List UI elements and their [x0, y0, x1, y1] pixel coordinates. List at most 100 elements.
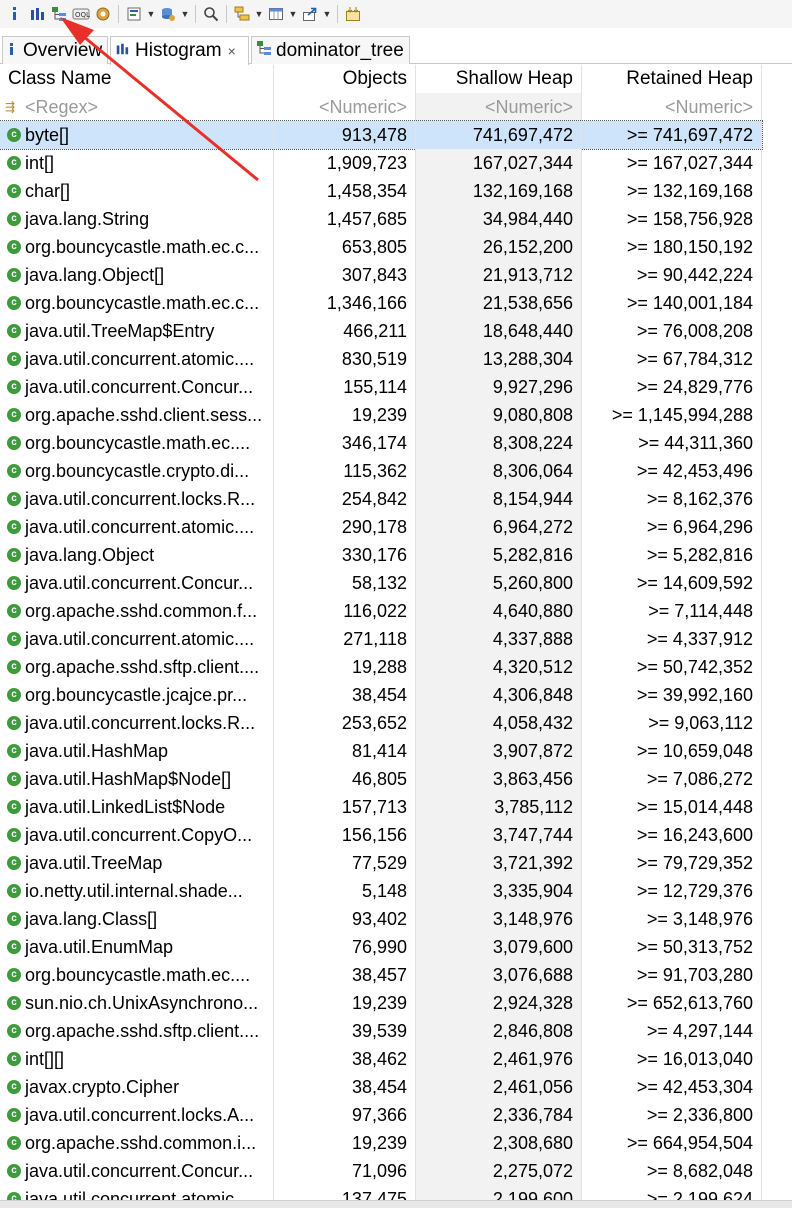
- column-header-shallow-heap[interactable]: Shallow Heap: [416, 65, 582, 93]
- retained-heap-cell: >= 2,336,800: [582, 1101, 762, 1129]
- histogram-icon[interactable]: [26, 3, 48, 25]
- search-icon[interactable]: [200, 3, 222, 25]
- class-icon: c: [7, 800, 21, 814]
- table-row[interactable]: c java.util.concurrent.Concur... 155,114 9,…: [0, 373, 762, 401]
- class-name-cell: c java.util.concurrent.atomic....: [0, 625, 274, 653]
- objects-cell: 830,519: [274, 345, 416, 373]
- class-name-filter[interactable]: ⇶ <Regex>: [0, 93, 274, 121]
- objects-cell: 155,114: [274, 373, 416, 401]
- close-icon[interactable]: ×: [228, 43, 236, 59]
- chevron-down-icon[interactable]: ▼: [145, 3, 157, 25]
- table-row[interactable]: c org.bouncycastle.math.ec.c... 1,346,166 2…: [0, 289, 762, 317]
- table-row[interactable]: c java.util.concurrent.atomic.... 271,118 4…: [0, 625, 762, 653]
- class-name-cell: c org.apache.sshd.common.i...: [0, 1129, 274, 1157]
- retained-heap-cell: >= 15,014,448: [582, 793, 762, 821]
- retained-heap-cell: >= 67,784,312: [582, 345, 762, 373]
- retained-heap-cell: >= 91,703,280: [582, 961, 762, 989]
- table-row[interactable]: c org.bouncycastle.math.ec.c... 653,805 26,…: [0, 233, 762, 261]
- class-icon: c: [7, 156, 21, 170]
- chevron-down-icon[interactable]: ▼: [321, 3, 333, 25]
- table-row[interactable]: c org.bouncycastle.jcajce.pr... 38,454 4,30…: [0, 681, 762, 709]
- table-row[interactable]: c java.util.TreeMap 77,529 3,721,392 >= 79,7…: [0, 849, 762, 877]
- objects-filter[interactable]: <Numeric>: [274, 93, 416, 121]
- retained-heap-cell: >= 39,992,160: [582, 681, 762, 709]
- table-row[interactable]: c java.util.concurrent.Concur... 71,096 2,2…: [0, 1157, 762, 1185]
- table-row[interactable]: c java.util.HashMap 81,414 3,907,872 >= 10,6…: [0, 737, 762, 765]
- horizontal-scrollbar[interactable]: [0, 1200, 792, 1208]
- retained-heap-cell: >= 50,742,352: [582, 653, 762, 681]
- column-header-objects[interactable]: Objects: [274, 65, 416, 93]
- filter-row: ⇶ <Regex> <Numeric> <Numeric> <Numeric>: [0, 93, 762, 121]
- calculate-retained-size-icon[interactable]: [157, 3, 179, 25]
- objects-cell: 76,990: [274, 933, 416, 961]
- class-icon: c: [7, 296, 21, 310]
- export-icon[interactable]: [299, 3, 321, 25]
- table-row[interactable]: c int[][] 38,462 2,461,976 >= 16,013,040: [0, 1045, 762, 1073]
- info-icon[interactable]: [4, 3, 26, 25]
- class-name-cell: c int[][]: [0, 1045, 274, 1073]
- shallow-heap-cell: 9,927,296: [416, 373, 582, 401]
- table-row[interactable]: c io.netty.util.internal.shade... 5,148 3,3…: [0, 877, 762, 905]
- table-row[interactable]: c java.lang.Class[] 93,402 3,148,976 >= 3,14…: [0, 905, 762, 933]
- table-row[interactable]: c java.util.concurrent.atomic.... 290,178 6…: [0, 513, 762, 541]
- table-row[interactable]: c org.apache.sshd.client.sess... 19,239 9,0…: [0, 401, 762, 429]
- table-row[interactable]: c java.util.TreeMap$Entry 466,211 18,648,44…: [0, 317, 762, 345]
- table-row[interactable]: c javax.crypto.Cipher 38,454 2,461,056 >= 42…: [0, 1073, 762, 1101]
- group-by-icon[interactable]: [231, 3, 253, 25]
- shallow-heap-cell: 132,169,168: [416, 177, 582, 205]
- table-row[interactable]: c java.util.concurrent.locks.R... 254,842 8…: [0, 485, 762, 513]
- query-browser-icon[interactable]: [123, 3, 145, 25]
- table-row[interactable]: c java.util.concurrent.atomic.... 830,519 1…: [0, 345, 762, 373]
- table-row[interactable]: c java.util.EnumMap 76,990 3,079,600 >= 50,3…: [0, 933, 762, 961]
- objects-cell: 116,022: [274, 597, 416, 625]
- table-row[interactable]: c java.util.concurrent.CopyO... 156,156 3,7…: [0, 821, 762, 849]
- table-row[interactable]: c java.lang.Object 330,176 5,282,816 >= 5,28…: [0, 541, 762, 569]
- table-row[interactable]: c org.apache.sshd.sftp.client.... 19,288 4,…: [0, 653, 762, 681]
- columns-icon[interactable]: [265, 3, 287, 25]
- table-row[interactable]: c java.lang.Object[] 307,843 21,913,712 >= 9…: [0, 261, 762, 289]
- objects-cell: 330,176: [274, 541, 416, 569]
- shallow-heap-filter[interactable]: <Numeric>: [416, 93, 582, 121]
- column-header-retained-heap[interactable]: Retained Heap: [582, 65, 762, 93]
- oql-icon[interactable]: OQL: [70, 3, 92, 25]
- table-row[interactable]: c sun.nio.ch.UnixAsynchrono... 19,239 2,924…: [0, 989, 762, 1017]
- tab-overview[interactable]: Overview: [2, 36, 108, 64]
- chevron-down-icon[interactable]: ▼: [287, 3, 299, 25]
- table-row[interactable]: c org.bouncycastle.math.ec.... 38,457 3,076…: [0, 961, 762, 989]
- table-row[interactable]: c java.util.concurrent.locks.R... 253,652 4…: [0, 709, 762, 737]
- table-row[interactable]: c org.bouncycastle.crypto.di... 115,362 8,3…: [0, 457, 762, 485]
- table-row[interactable]: c java.util.HashMap$Node[] 46,805 3,863,456…: [0, 765, 762, 793]
- chevron-down-icon[interactable]: ▼: [179, 3, 191, 25]
- objects-cell: 38,457: [274, 961, 416, 989]
- table-row[interactable]: c byte[] 913,478 741,697,472 >= 741,697,472: [0, 120, 763, 150]
- table-row[interactable]: c char[] 1,458,354 132,169,168 >= 132,169,16…: [0, 177, 762, 205]
- table-row[interactable]: c org.bouncycastle.math.ec.... 346,174 8,30…: [0, 429, 762, 457]
- table-row[interactable]: c int[] 1,909,723 167,027,344 >= 167,027,344: [0, 149, 762, 177]
- class-name-text: char[]: [25, 181, 71, 201]
- table-row[interactable]: c org.apache.sshd.common.f... 116,022 4,640…: [0, 597, 762, 625]
- table-row[interactable]: c java.util.concurrent.Concur... 58,132 5,2…: [0, 569, 762, 597]
- table-row[interactable]: c java.util.LinkedList$Node 157,713 3,785,1…: [0, 793, 762, 821]
- table-row[interactable]: c org.apache.sshd.sftp.client.... 39,539 2,…: [0, 1017, 762, 1045]
- table-row[interactable]: c java.util.concurrent.locks.A... 97,366 2,…: [0, 1101, 762, 1129]
- dominator-tree-icon[interactable]: [48, 3, 70, 25]
- class-name-text: java.util.concurrent.CopyO...: [25, 825, 253, 845]
- class-name-cell: c java.util.HashMap$Node[]: [0, 765, 274, 793]
- tab-dominator-tree[interactable]: dominator_tree: [251, 36, 410, 64]
- class-name-cell: c org.bouncycastle.crypto.di...: [0, 457, 274, 485]
- chevron-down-icon[interactable]: ▼: [253, 3, 265, 25]
- objects-cell: 254,842: [274, 485, 416, 513]
- shallow-heap-cell: 34,984,440: [416, 205, 582, 233]
- tab-label: Histogram: [135, 40, 222, 61]
- column-header-class-name[interactable]: Class Name: [0, 65, 274, 93]
- class-name-text: java.lang.String: [25, 209, 150, 229]
- retained-heap-filter[interactable]: <Numeric>: [582, 93, 762, 121]
- class-icon: c: [7, 828, 21, 842]
- heap-dump-overview-icon[interactable]: [92, 3, 114, 25]
- table-row[interactable]: c java.lang.String 1,457,685 34,984,440 >= 1…: [0, 205, 762, 233]
- tab-histogram[interactable]: Histogram ×: [110, 36, 249, 65]
- objects-cell: 5,148: [274, 877, 416, 905]
- table-row[interactable]: c org.apache.sshd.common.i... 19,239 2,308,…: [0, 1129, 762, 1157]
- objects-cell: 71,096: [274, 1157, 416, 1185]
- compare-icon[interactable]: [342, 3, 364, 25]
